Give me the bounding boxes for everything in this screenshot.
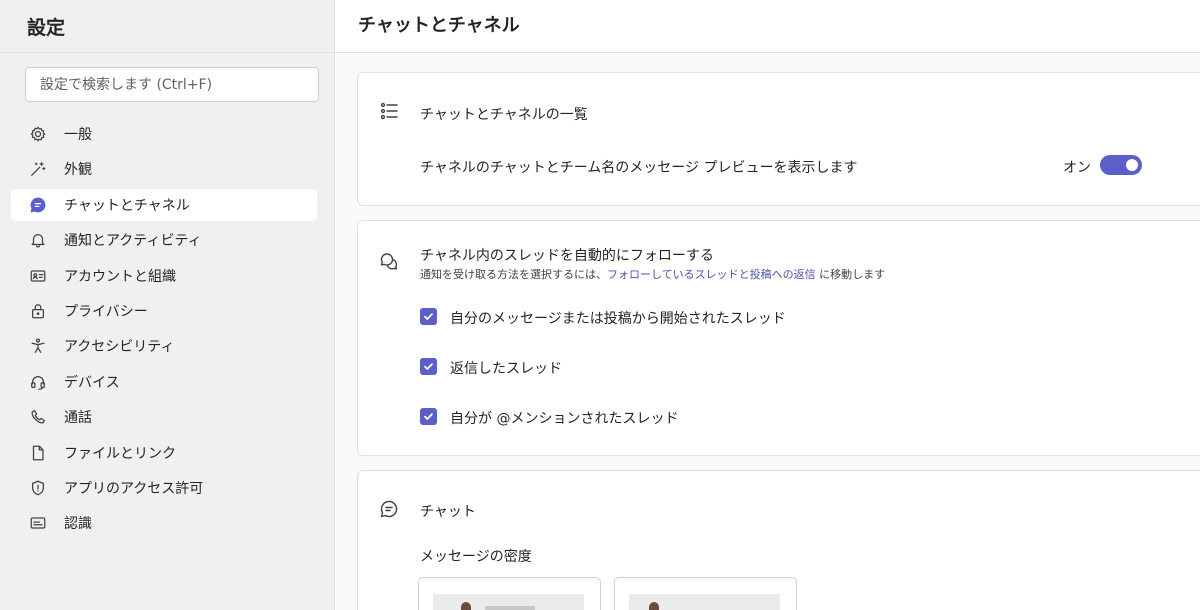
shield-icon: [28, 478, 48, 498]
checkmark-icon: [424, 313, 433, 320]
sidebar-title: 設定: [27, 17, 66, 39]
followed-threads-link[interactable]: フォローしているスレッドと投稿への返信: [607, 268, 816, 281]
nav-label: 認識: [64, 516, 92, 533]
card-title: チャットとチャネルの一覧: [420, 107, 588, 123]
accessibility-icon: [28, 336, 48, 356]
nav-label: アカウントと組織: [64, 268, 176, 285]
settings-nav: 一般 外観 チャットとチャネル 通知とアクティビティ アカウントと組織 プライバ…: [11, 118, 317, 543]
gear-icon: [28, 124, 48, 144]
density-option-compact[interactable]: [614, 577, 797, 610]
checkbox-label: 返信したスレッド: [450, 361, 562, 377]
checkbox-own-threads[interactable]: [420, 308, 437, 325]
nav-label: 通知とアクティビティ: [64, 233, 202, 250]
density-preview-image: [433, 594, 584, 610]
message-density-label: メッセージの密度: [420, 549, 532, 565]
nav-item-general[interactable]: 一般: [11, 118, 317, 150]
nav-label: デバイス: [64, 374, 120, 391]
chat-icon: [28, 195, 48, 215]
avatar: [649, 602, 659, 610]
nav-item-privacy[interactable]: プライバシー: [11, 295, 317, 327]
checkbox-label: 自分が @メンションされたスレッド: [450, 411, 679, 427]
nav-item-app-permissions[interactable]: アプリのアクセス許可: [11, 472, 317, 504]
bell-icon: [28, 230, 48, 250]
nav-label: 一般: [64, 127, 92, 143]
card-subtitle: 通知を受け取る方法を選択するには、フォローしているスレッドと投稿への返信 に移動…: [420, 266, 885, 282]
headset-icon: [28, 372, 48, 392]
checkbox-replied-threads[interactable]: [420, 358, 437, 375]
card-title: チャット: [420, 504, 476, 520]
nav-label: アクセシビリティ: [64, 339, 175, 356]
nav-item-chat-and-channels[interactable]: チャットとチャネル: [11, 188, 317, 221]
nav-label: 外観: [64, 162, 92, 179]
checkbox-label: 自分のメッセージまたは投稿から開始されたスレッド: [450, 311, 786, 327]
subtitle-prefix: 通知を受け取る方法を選択するには、: [420, 268, 607, 281]
card-title: チャネル内のスレッドを自動的にフォローする: [420, 248, 714, 264]
message-preview-label: チャネルのチャットとチーム名のメッセージ プレビューを表示します: [420, 160, 858, 176]
nav-label: 通話: [64, 410, 92, 427]
nav-label: ファイルとリンク: [64, 445, 176, 462]
settings-main: チャットとチャネル チャットとチャネルの一覧 チャネルのチャットとチーム名のメッ…: [336, 0, 1200, 610]
id-card-icon: [28, 266, 48, 286]
magic-wand-icon: [28, 159, 48, 179]
nav-label: プライバシー: [64, 303, 148, 320]
chat-channel-list-card: チャットとチャネルの一覧 チャネルのチャットとチーム名のメッセージ プレビューを…: [357, 72, 1200, 206]
settings-search-input[interactable]: [25, 67, 319, 102]
nav-label: チャットとチャネル: [64, 197, 190, 214]
sidebar-divider: [0, 52, 335, 53]
document-icon: [28, 443, 48, 463]
nav-item-captions[interactable]: 認識: [11, 507, 317, 539]
checkbox-mentioned-threads[interactable]: [420, 408, 437, 425]
chat-follow-icon: [379, 251, 401, 273]
toggle-state-text: オン: [1063, 160, 1091, 176]
auto-follow-threads-card: チャネル内のスレッドを自動的にフォローする 通知を受け取る方法を選択するには、フ…: [357, 220, 1200, 456]
nav-item-devices[interactable]: デバイス: [11, 366, 317, 398]
settings-content: チャットとチャネルの一覧 チャネルのチャットとチーム名のメッセージ プレビューを…: [336, 53, 1200, 610]
nav-label: アプリのアクセス許可: [64, 480, 204, 497]
checkmark-icon: [424, 413, 433, 420]
nav-item-calls[interactable]: 通話: [11, 401, 317, 433]
page-title: チャットとチャネル: [358, 15, 520, 36]
nav-item-accessibility[interactable]: アクセシビリティ: [11, 330, 317, 362]
density-preview-image: [629, 594, 780, 610]
nav-item-files-and-links[interactable]: ファイルとリンク: [11, 437, 317, 469]
nav-item-accounts[interactable]: アカウントと組織: [11, 260, 317, 292]
message-preview-toggle[interactable]: [1100, 155, 1142, 175]
main-header: チャットとチャネル: [336, 0, 1200, 53]
lock-icon: [28, 301, 48, 321]
checkmark-icon: [424, 363, 433, 370]
avatar: [461, 602, 471, 610]
settings-sidebar: 設定 一般 外観 チャットとチャネル 通知とアクティビティ: [0, 0, 335, 610]
phone-icon: [28, 407, 48, 427]
nav-item-appearance[interactable]: 外観: [11, 153, 317, 185]
bullet-list-icon: [379, 101, 401, 123]
subtitle-suffix: に移動します: [815, 268, 886, 281]
preview-bar: [485, 606, 535, 610]
nav-item-notifications[interactable]: 通知とアクティビティ: [11, 224, 317, 256]
caption-icon: [28, 513, 48, 533]
chat-bubble-icon: [379, 499, 401, 521]
density-option-comfy[interactable]: [418, 577, 601, 610]
